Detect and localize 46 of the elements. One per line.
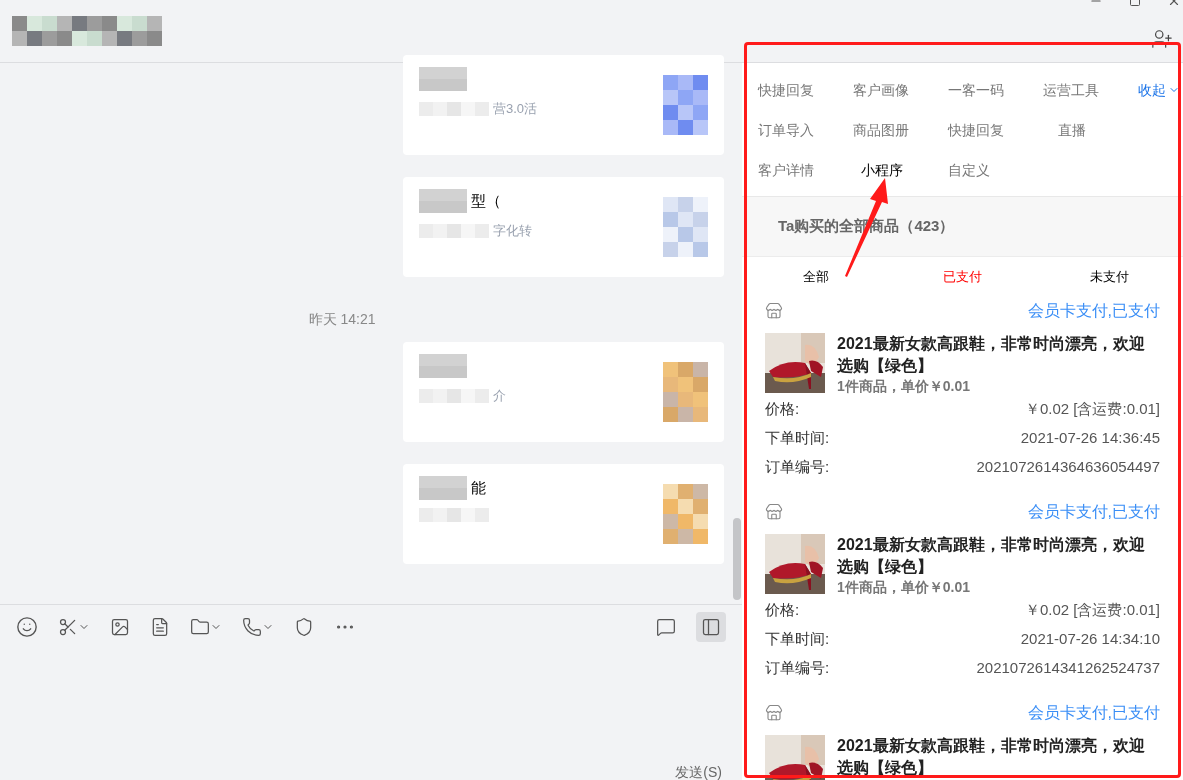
product-summary: 1件商品，单价￥0.01	[837, 377, 972, 395]
message-title: 型（	[471, 190, 501, 211]
message-description: 营3.0活	[493, 100, 538, 118]
product-title: 2021最新女款高跟鞋，非常时尚漂亮，欢迎选购【绿色】	[837, 334, 1146, 376]
field-label: 订单编号:	[765, 658, 830, 679]
field-label: 价格:	[765, 600, 800, 621]
message-card[interactable]: 介	[403, 342, 724, 442]
tool-tab[interactable]: 订单导入	[758, 110, 853, 150]
message-card[interactable]: 能	[403, 464, 724, 564]
field-value: 2021-07-26 14:36:45	[1020, 428, 1160, 449]
filter-tab[interactable]: 已支付	[889, 267, 1036, 287]
filter-tab[interactable]: 全部	[742, 267, 889, 287]
send-button[interactable]: 发送(S)	[675, 764, 722, 780]
message-card[interactable]: 营3.0活	[403, 55, 724, 155]
tool-tab[interactable]: 小程序	[853, 150, 948, 190]
tool-tab[interactable]: 一客一码	[948, 70, 1043, 110]
filter-tab[interactable]: 未支付	[1036, 267, 1183, 287]
tool-tab[interactable]: 客户画像	[853, 70, 948, 110]
order-status: 会员卡支付,已支付	[1027, 301, 1160, 321]
tool-tab[interactable]: 快捷回复	[758, 70, 853, 110]
message-description: 字化转	[493, 222, 532, 240]
message-card[interactable]: 型（ 字化转	[403, 177, 724, 277]
field-value: 2021072614341262524737	[976, 658, 1160, 679]
tool-tab[interactable]: 商品图册	[853, 110, 948, 150]
collapse-link[interactable]: 收起	[1138, 70, 1183, 110]
message-description: 介	[493, 387, 506, 405]
field-value: 2021072614364636054497	[976, 457, 1160, 478]
message-timestamp: 昨天 14:21	[308, 310, 376, 329]
tool-tab[interactable]: 快捷回复	[948, 110, 1043, 150]
field-value: ￥0.02 [含运费:0.01]	[1024, 399, 1160, 420]
message-title: 能	[471, 477, 486, 498]
tool-tab[interactable]: 直播	[1043, 110, 1138, 150]
field-value: ￥0.02 [含运费:0.01]	[1024, 600, 1160, 621]
order-status: 会员卡支付,已支付	[1027, 502, 1160, 522]
field-label: 价格:	[765, 399, 800, 420]
tool-tab[interactable]: 运营工具	[1043, 70, 1138, 110]
product-title: 2021最新女款高跟鞋，非常时尚漂亮，欢迎选购【绿色】	[837, 736, 1146, 778]
product-title: 2021最新女款高跟鞋，非常时尚漂亮，欢迎选购【绿色】	[837, 535, 1146, 577]
tool-tab[interactable]: 自定义	[948, 150, 1043, 190]
field-value: 2021-07-26 14:34:10	[1020, 629, 1160, 650]
field-label: 下单时间:	[765, 428, 830, 449]
field-label: 订单编号:	[765, 457, 830, 478]
tool-tab[interactable]: 客户详情	[758, 150, 853, 190]
order-status: 会员卡支付,已支付	[1027, 703, 1160, 723]
product-summary: 1件商品，单价￥0.01	[837, 578, 972, 596]
field-label: 下单时间:	[765, 629, 830, 650]
